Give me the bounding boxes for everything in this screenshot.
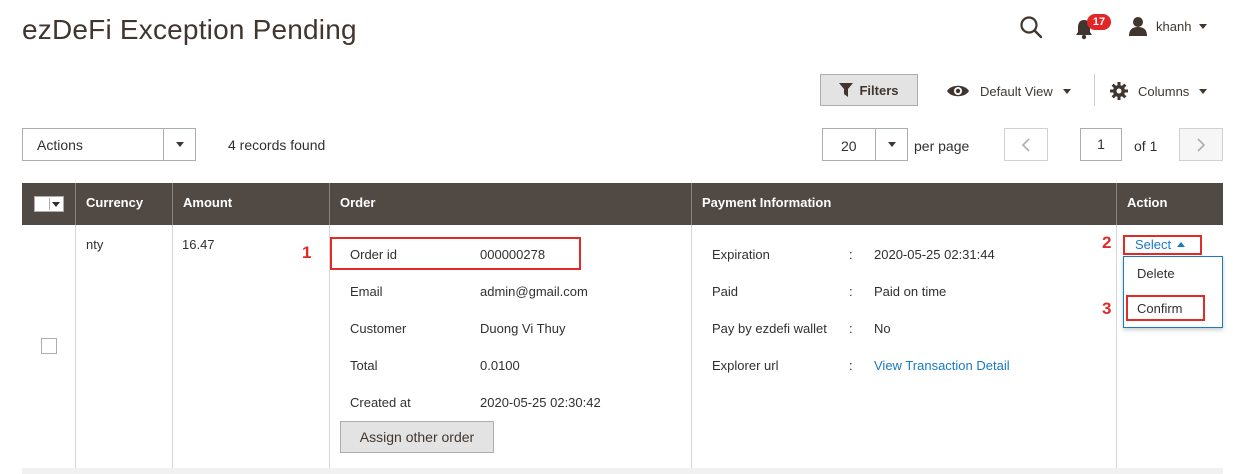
per-page-toggle[interactable]	[875, 129, 907, 160]
chevron-down-icon	[887, 142, 896, 147]
column-divider	[691, 225, 692, 468]
chevron-left-icon	[1021, 137, 1030, 152]
filter-icon	[839, 83, 854, 97]
amount-cell: 16.47	[182, 237, 215, 252]
chevron-down-icon	[1199, 23, 1208, 29]
mass-select-checkbox[interactable]	[34, 196, 64, 212]
paid-value: Paid on time	[874, 284, 947, 299]
actions-dropdown[interactable]: Actions	[22, 128, 196, 161]
chevron-up-icon	[1177, 241, 1186, 247]
gear-icon	[1110, 82, 1128, 100]
previous-page-button[interactable]	[1004, 128, 1048, 161]
records-count: 4 records found	[228, 137, 326, 153]
row-checkbox[interactable]	[41, 338, 57, 354]
column-header-order[interactable]: Order	[329, 183, 691, 225]
chevron-down-icon	[52, 201, 60, 207]
view-label: Default View	[980, 83, 1053, 99]
explorer-url-label: Explorer url	[712, 358, 779, 373]
column-divider	[75, 225, 76, 468]
expiration-label: Expiration	[712, 247, 770, 262]
chevron-down-icon	[175, 142, 184, 147]
columns-selector[interactable]: Columns	[1110, 80, 1208, 102]
actions-dropdown-toggle[interactable]	[163, 129, 195, 160]
eye-icon	[947, 85, 969, 97]
expiration-value: 2020-05-25 02:31:44	[874, 247, 995, 262]
field-separator: :	[849, 321, 853, 336]
currency-cell: nty	[86, 237, 104, 252]
customer-value: Duong Vi Thuy	[480, 321, 566, 336]
column-header-action: Action	[1116, 183, 1223, 225]
action-select-link[interactable]: Select	[1125, 234, 1201, 254]
column-divider	[172, 225, 173, 468]
view-transaction-link[interactable]: View Transaction Detail	[874, 358, 1010, 373]
created-at-value: 2020-05-25 02:30:42	[480, 395, 601, 410]
column-divider	[1116, 225, 1117, 468]
filters-button[interactable]: Filters	[820, 74, 918, 106]
order-id-value: 000000278	[480, 247, 546, 262]
user-icon	[1129, 17, 1147, 36]
total-label: Total	[350, 358, 378, 373]
total-value: 0.0100	[480, 358, 520, 373]
per-page-label: per page	[914, 138, 970, 154]
paid-label: Paid	[712, 284, 739, 299]
mass-select-box[interactable]	[36, 198, 50, 210]
per-page-select[interactable]: 20	[822, 128, 908, 161]
chevron-down-icon	[1199, 88, 1208, 94]
table-row	[22, 225, 1223, 469]
user-name: khanh	[1156, 18, 1192, 34]
field-separator: :	[849, 284, 853, 299]
field-separator: :	[849, 247, 853, 262]
grid-footer	[22, 468, 1223, 474]
notification-count-badge: 17	[1087, 14, 1111, 30]
next-page-button[interactable]	[1179, 128, 1223, 161]
actions-label: Actions	[37, 137, 83, 153]
email-value: admin@gmail.com	[480, 284, 588, 299]
pay-by-wallet-value: No	[874, 321, 891, 336]
view-selector[interactable]: Default View	[946, 80, 1071, 102]
filters-label: Filters	[859, 82, 899, 98]
toolbar-divider	[1094, 74, 1095, 106]
column-header-amount[interactable]: Amount	[172, 183, 329, 225]
grid-header: Currency Amount Order Payment Informatio…	[22, 183, 1223, 225]
customer-label: Customer	[350, 321, 407, 336]
column-header-payment[interactable]: Payment Information	[691, 183, 1116, 225]
confirm-action[interactable]: Confirm	[1137, 301, 1183, 316]
columns-label: Columns	[1138, 83, 1190, 99]
column-header-currency[interactable]: Currency	[75, 183, 172, 225]
delete-action[interactable]: Delete	[1137, 266, 1175, 281]
field-separator: :	[849, 358, 853, 373]
user-menu[interactable]: khanh	[1128, 14, 1208, 38]
page-title: ezDeFi Exception Pending	[22, 14, 357, 45]
annotation-number: 1	[302, 243, 312, 262]
pay-by-wallet-label: Pay by ezdefi wallet	[712, 321, 827, 336]
page-number-input[interactable]: 1	[1080, 128, 1122, 161]
chevron-right-icon	[1197, 137, 1206, 152]
assign-other-order-button[interactable]: Assign other order	[340, 421, 494, 453]
order-id-label: Order id	[350, 247, 397, 262]
search-icon[interactable]	[1018, 14, 1044, 40]
created-at-label: Created at	[350, 395, 411, 410]
annotation-number: 3	[1102, 299, 1112, 318]
per-page-value: 20	[841, 138, 857, 154]
annotation-number: 2	[1102, 233, 1112, 252]
chevron-down-icon	[1062, 88, 1071, 94]
page-total: of 1	[1134, 138, 1158, 154]
email-label: Email	[350, 284, 383, 299]
select-label: Select	[1135, 236, 1172, 252]
